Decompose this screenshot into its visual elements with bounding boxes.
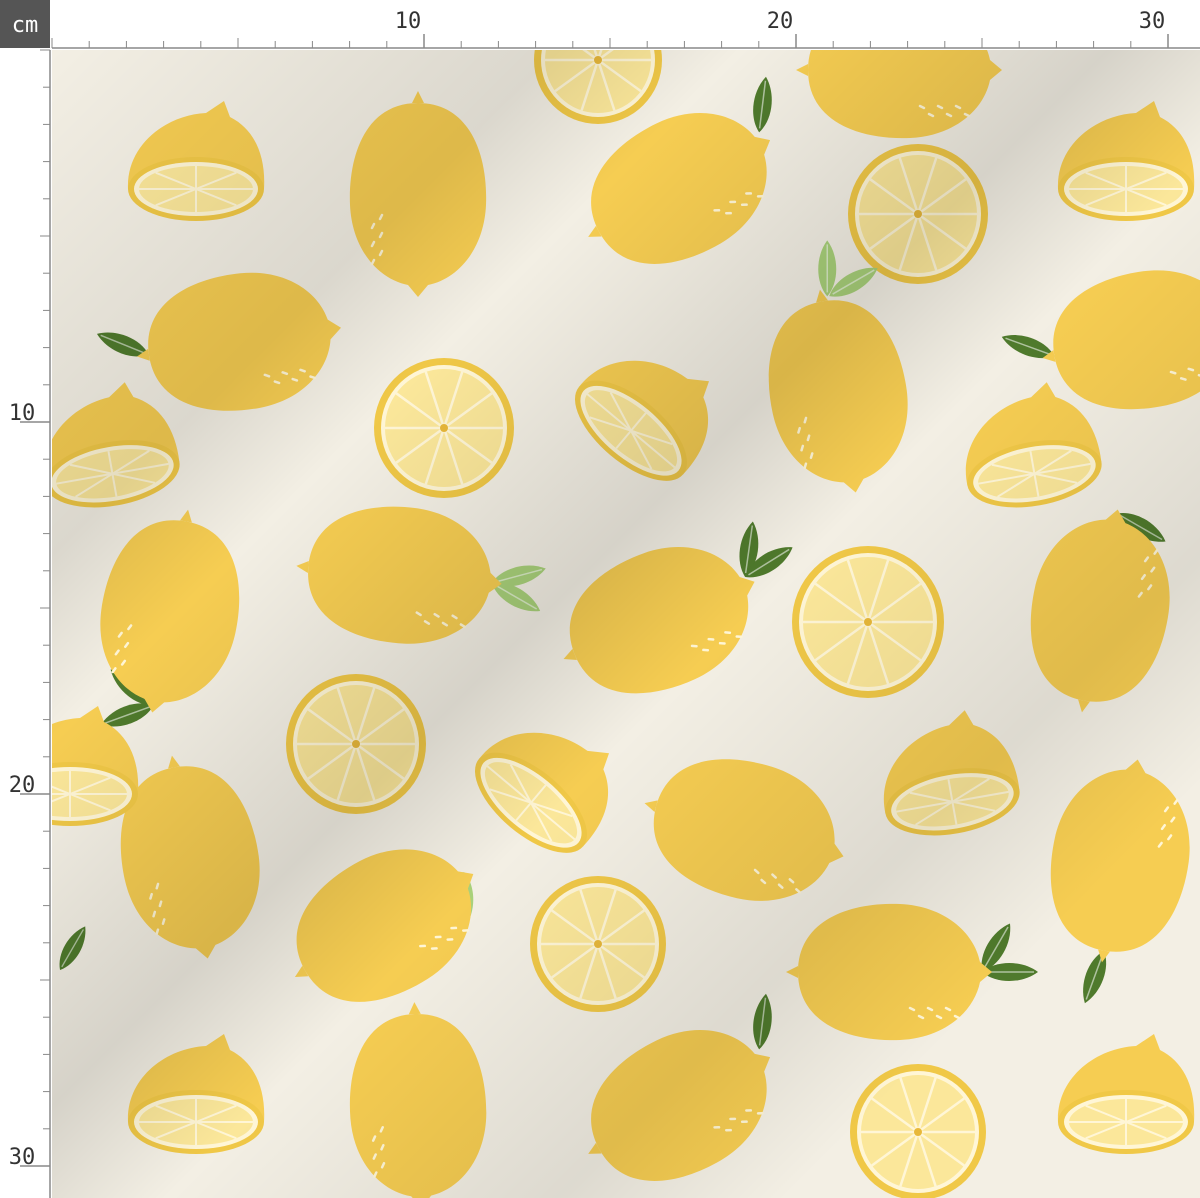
left-ruler <box>0 0 52 1198</box>
top-ruler <box>0 0 1200 50</box>
top-ruler-label-20: 20 <box>767 9 794 34</box>
left-ruler-label-10: 10 <box>9 401 36 426</box>
unit-label: cm <box>12 13 39 38</box>
left-ruler-label-30: 30 <box>9 1145 36 1170</box>
top-ruler-label-30: 30 <box>1139 9 1166 34</box>
fabric-area <box>52 50 1200 1198</box>
top-ruler-label-10: 10 <box>395 9 422 34</box>
left-ruler-label-20: 20 <box>9 773 36 798</box>
fabric-fold-shading <box>52 50 1200 1198</box>
fabric-preview: cm 10 20 30 10 20 30 <box>0 0 1200 1198</box>
